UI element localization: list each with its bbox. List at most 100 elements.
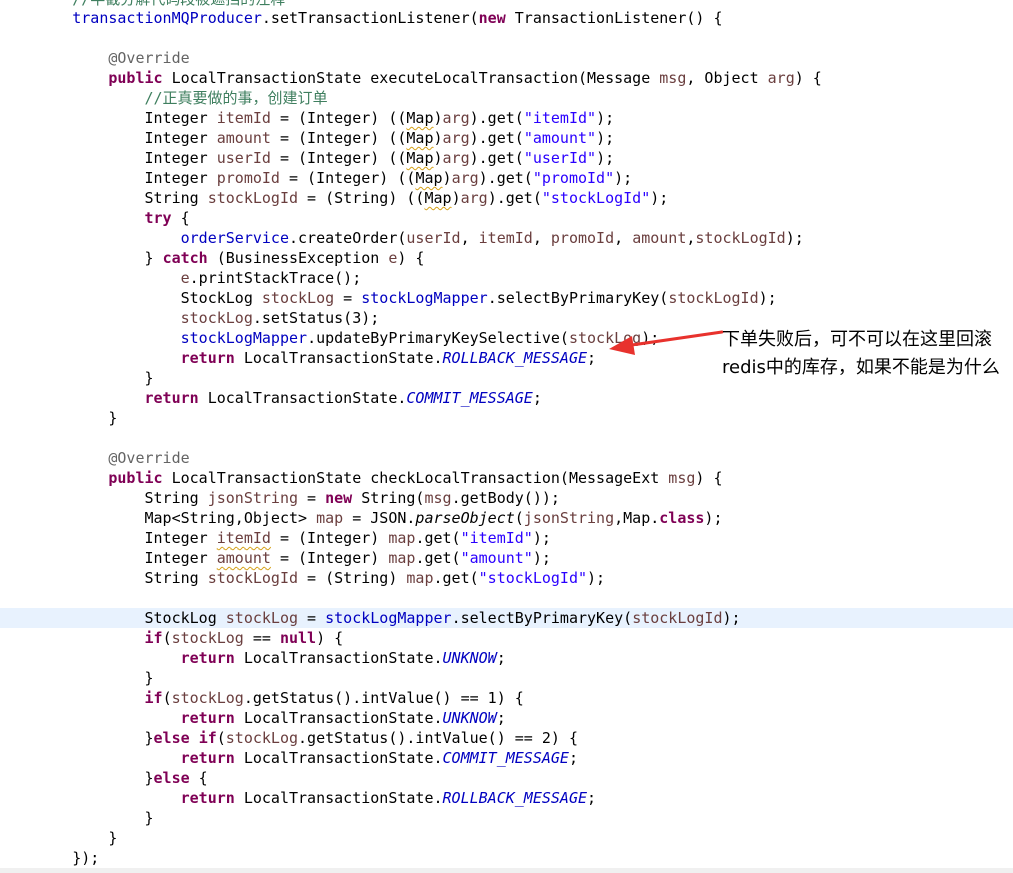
code-token: LocalTransactionState. bbox=[234, 749, 443, 767]
code-line[interactable]: String stockLogId = (String) ((Map)arg).… bbox=[0, 188, 1013, 208]
code-token: userId bbox=[216, 149, 271, 167]
code-line[interactable]: Integer amount = (Integer) ((Map)arg).ge… bbox=[0, 128, 1013, 148]
code-token: String bbox=[0, 489, 208, 507]
code-token: stockLogId bbox=[207, 189, 299, 207]
code-line[interactable]: return LocalTransactionState.COMMIT_MESS… bbox=[0, 748, 1013, 768]
code-token: return bbox=[180, 709, 235, 727]
code-token: arg bbox=[442, 109, 470, 127]
code-line[interactable]: Integer amount = (Integer) map.get("amou… bbox=[0, 548, 1013, 568]
code-token: //半截分解代码段被遮挡的注释 bbox=[0, 0, 285, 8]
code-editor[interactable]: //半截分解代码段被遮挡的注释 transactionMQProducer.se… bbox=[0, 0, 1013, 873]
code-line[interactable]: Integer itemId = (Integer) ((Map)arg).ge… bbox=[0, 108, 1013, 128]
code-token: ); bbox=[587, 569, 606, 587]
code-line[interactable]: return LocalTransactionState.UNKNOW; bbox=[0, 648, 1013, 668]
code-token: catch bbox=[162, 249, 208, 267]
code-line[interactable]: return LocalTransactionState.ROLLBACK_ME… bbox=[0, 788, 1013, 808]
code-line[interactable] bbox=[0, 428, 1013, 448]
code-token: ).get( bbox=[469, 149, 524, 167]
code-token: .createOrder( bbox=[289, 229, 407, 247]
code-token: = bbox=[334, 289, 362, 307]
code-token: } bbox=[0, 829, 118, 847]
code-line[interactable]: Integer promoId = (Integer) ((Map)arg).g… bbox=[0, 168, 1013, 188]
code-line[interactable]: @Override bbox=[0, 448, 1013, 468]
code-token: "promoId" bbox=[532, 169, 615, 187]
code-token: parseObject bbox=[415, 509, 515, 527]
code-line[interactable]: } bbox=[0, 668, 1013, 688]
code-token: .selectByPrimaryKey( bbox=[451, 609, 633, 627]
code-token: ); bbox=[596, 129, 615, 147]
code-token: arg bbox=[767, 69, 795, 87]
code-token: .get( bbox=[415, 529, 461, 547]
code-line[interactable]: }else if(stockLog.getStatus().intValue()… bbox=[0, 728, 1013, 748]
horizontal-scrollbar[interactable] bbox=[0, 868, 1013, 873]
code-line[interactable]: return LocalTransactionState.UNKNOW; bbox=[0, 708, 1013, 728]
code-token: "stockLogId" bbox=[541, 189, 651, 207]
code-token: , bbox=[614, 229, 633, 247]
code-token: ) bbox=[433, 129, 443, 147]
code-token: ( bbox=[216, 729, 226, 747]
code-token: Map bbox=[424, 189, 452, 207]
code-token: UNKNOW bbox=[442, 709, 497, 727]
code-line[interactable]: StockLog stockLog = stockLogMapper.selec… bbox=[0, 608, 1013, 628]
code-line[interactable] bbox=[0, 28, 1013, 48]
code-line[interactable]: return LocalTransactionState.COMMIT_MESS… bbox=[0, 388, 1013, 408]
code-line[interactable]: if(stockLog == null) { bbox=[0, 628, 1013, 648]
code-line[interactable]: Integer userId = (Integer) ((Map)arg).ge… bbox=[0, 148, 1013, 168]
code-token: } bbox=[0, 369, 154, 387]
code-token: , bbox=[460, 229, 479, 247]
code-line[interactable]: if(stockLog.getStatus().intValue() == 1)… bbox=[0, 688, 1013, 708]
code-token: ; bbox=[587, 349, 597, 367]
code-line[interactable]: transactionMQProducer.setTransactionList… bbox=[0, 8, 1013, 28]
code-line[interactable]: StockLog stockLog = stockLogMapper.selec… bbox=[0, 288, 1013, 308]
code-token: itemId bbox=[478, 229, 533, 247]
code-token: "amount" bbox=[460, 549, 533, 567]
code-token: arg bbox=[451, 169, 479, 187]
code-token: return bbox=[180, 349, 235, 367]
code-line[interactable]: orderService.createOrder(userId, itemId,… bbox=[0, 228, 1013, 248]
code-line[interactable]: } bbox=[0, 828, 1013, 848]
code-token: Integer bbox=[0, 169, 217, 187]
code-token: map bbox=[388, 549, 416, 567]
code-token: StockLog bbox=[0, 289, 262, 307]
code-token: "itemId" bbox=[523, 109, 597, 127]
code-token: promoId bbox=[550, 229, 615, 247]
code-line[interactable]: try { bbox=[0, 208, 1013, 228]
code-line[interactable]: public LocalTransactionState executeLoca… bbox=[0, 68, 1013, 88]
code-token: "userId" bbox=[523, 149, 597, 167]
code-line[interactable]: }else { bbox=[0, 768, 1013, 788]
code-line[interactable]: @Override bbox=[0, 48, 1013, 68]
code-token: COMMIT_MESSAGE bbox=[442, 749, 569, 767]
code-line[interactable]: Integer itemId = (Integer) map.get("item… bbox=[0, 528, 1013, 548]
code-line[interactable]: //正真要做的事，创建订单 bbox=[0, 88, 1013, 108]
code-token: LocalTransactionState. bbox=[234, 789, 443, 807]
code-line[interactable]: } bbox=[0, 808, 1013, 828]
code-token: stockLogId bbox=[695, 229, 786, 247]
code-line[interactable]: String stockLogId = (String) map.get("st… bbox=[0, 568, 1013, 588]
code-token: = (Integer) (( bbox=[279, 169, 416, 187]
code-token: map bbox=[316, 509, 344, 527]
code-token: map bbox=[388, 529, 416, 547]
code-line[interactable] bbox=[0, 588, 1013, 608]
code-line[interactable]: e.printStackTrace(); bbox=[0, 268, 1013, 288]
code-line[interactable]: stockLog.setStatus(3); bbox=[0, 308, 1013, 328]
code-line[interactable]: } bbox=[0, 408, 1013, 428]
code-token: stockLogMapper bbox=[180, 329, 308, 347]
code-token: map bbox=[406, 569, 434, 587]
code-line[interactable]: }); bbox=[0, 848, 1013, 868]
code-token: = bbox=[298, 609, 326, 627]
code-line[interactable]: Map<String,Object> map = JSON.parseObjec… bbox=[0, 508, 1013, 528]
code-token: ; bbox=[532, 389, 542, 407]
code-line[interactable]: public LocalTransactionState checkLocalT… bbox=[0, 468, 1013, 488]
code-token: LocalTransactionState checkLocalTransact… bbox=[162, 469, 669, 487]
code-token: ( bbox=[514, 509, 524, 527]
code-token: itemId bbox=[216, 109, 271, 127]
code-token: itemId bbox=[216, 529, 271, 547]
code-token: LocalTransactionState. bbox=[234, 709, 443, 727]
code-line[interactable]: } catch (BusinessException e) { bbox=[0, 248, 1013, 268]
code-token: jsonString bbox=[207, 489, 299, 507]
code-line[interactable]: String jsonString = new String(msg.getBo… bbox=[0, 488, 1013, 508]
code-token: = bbox=[298, 489, 326, 507]
